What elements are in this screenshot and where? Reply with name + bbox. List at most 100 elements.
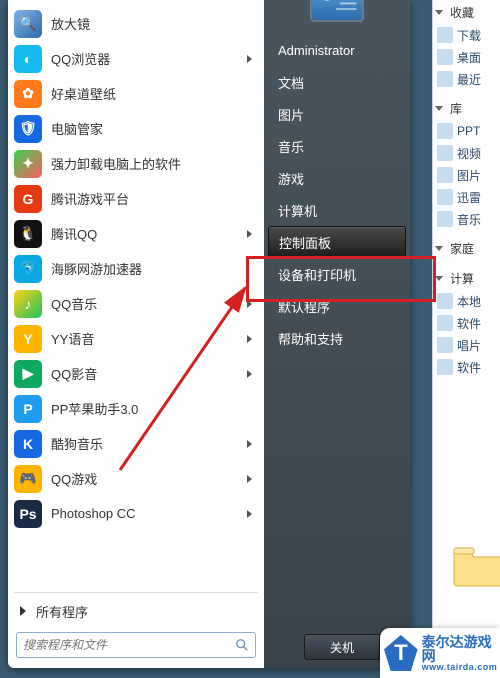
item-icon bbox=[437, 49, 453, 65]
item-icon bbox=[437, 145, 453, 161]
watermark-badge-letter: T bbox=[394, 640, 407, 666]
all-programs[interactable]: 所有程序 bbox=[10, 595, 262, 627]
program-item[interactable]: ▶QQ影音 bbox=[10, 356, 262, 391]
explorer-item-label: 桌面 bbox=[457, 49, 481, 66]
submenu-arrow-icon bbox=[247, 475, 252, 483]
program-item[interactable]: YYY语音 bbox=[10, 321, 262, 356]
program-icon: 🎮 bbox=[14, 465, 42, 493]
submenu-arrow-icon bbox=[247, 335, 252, 343]
start-menu-right: Administrator 文档图片音乐游戏计算机控制面板设备和打印机默认程序帮… bbox=[264, 0, 410, 668]
all-programs-label: 所有程序 bbox=[36, 602, 88, 621]
program-icon: ✦ bbox=[14, 150, 42, 178]
program-list: 🔍放大镜◐QQ浏览器 ✿ 好桌道壁纸 🛡电脑管家 ✦ 强力卸载电脑上的软件 G腾讯游戏平台🐧… bbox=[10, 6, 262, 590]
program-item[interactable]: PsPhotoshop CC bbox=[10, 496, 262, 531]
program-label: 强力卸载电脑上的软件 bbox=[51, 154, 256, 173]
program-label: 放大镜 bbox=[51, 14, 256, 33]
explorer-item-label: 迅雷 bbox=[457, 189, 481, 206]
item-icon bbox=[437, 293, 453, 309]
shutdown-button[interactable]: 关机 bbox=[304, 634, 380, 660]
chevron-down-icon bbox=[435, 10, 443, 15]
explorer-group[interactable]: 收藏 bbox=[433, 0, 500, 24]
shutdown-label: 关机 bbox=[330, 639, 354, 656]
program-item[interactable]: 🛡电脑管家 bbox=[10, 111, 262, 146]
submenu-arrow-icon bbox=[247, 510, 252, 518]
user-picture[interactable] bbox=[310, 0, 364, 22]
program-item[interactable]: 🎮 QQ游戏 bbox=[10, 461, 262, 496]
program-item[interactable]: ◐QQ浏览器 bbox=[10, 41, 262, 76]
right-item-label: 控制面板 bbox=[279, 233, 331, 252]
program-icon: ▶ bbox=[14, 360, 42, 388]
submenu-arrow-icon bbox=[247, 55, 252, 63]
explorer-item[interactable]: 软件 bbox=[433, 312, 500, 334]
program-icon: ♪ bbox=[14, 290, 42, 318]
program-label: QQ音乐 bbox=[51, 294, 247, 313]
right-item-label: 游戏 bbox=[278, 169, 304, 188]
explorer-item[interactable]: 迅雷 bbox=[433, 186, 500, 208]
explorer-group-label: 计算 bbox=[450, 270, 474, 287]
explorer-item-label: 下载 bbox=[457, 27, 481, 44]
program-label: 酷狗音乐 bbox=[51, 434, 247, 453]
item-icon bbox=[437, 359, 453, 375]
right-item[interactable]: 帮助和支持 bbox=[264, 322, 410, 354]
program-item[interactable]: 🐧腾讯QQ bbox=[10, 216, 262, 251]
explorer-item[interactable]: 唱片 bbox=[433, 334, 500, 356]
program-label: QQ游戏 bbox=[51, 469, 247, 488]
right-item-label: 文档 bbox=[278, 73, 304, 92]
program-item[interactable]: 🔍放大镜 bbox=[10, 6, 262, 41]
program-item[interactable]: ✦ 强力卸载电脑上的软件 bbox=[10, 146, 262, 181]
program-icon: P bbox=[14, 395, 42, 423]
right-item[interactable]: 文档 bbox=[264, 66, 410, 98]
program-item[interactable]: G腾讯游戏平台 bbox=[10, 181, 262, 216]
explorer-group[interactable]: 家庭 bbox=[433, 236, 500, 260]
search-input[interactable] bbox=[23, 638, 235, 652]
submenu-arrow-icon bbox=[247, 230, 252, 238]
program-item[interactable]: ♪ QQ音乐 bbox=[10, 286, 262, 321]
right-item-label: 图片 bbox=[278, 105, 304, 124]
right-item-label: 设备和打印机 bbox=[278, 265, 356, 284]
explorer-item[interactable]: 下载 bbox=[433, 24, 500, 46]
program-icon: ✿ bbox=[14, 80, 42, 108]
explorer-item[interactable]: 软件 bbox=[433, 356, 500, 378]
program-item[interactable]: ✿ 好桌道壁纸 bbox=[10, 76, 262, 111]
program-label: Photoshop CC bbox=[51, 506, 247, 521]
explorer-item-label: PPT bbox=[457, 124, 480, 138]
explorer-item[interactable]: 本地 bbox=[433, 290, 500, 312]
watermark: T 泰尔达游戏网 www.tairda.com bbox=[380, 628, 500, 678]
user-name[interactable]: Administrator bbox=[264, 34, 410, 66]
search-box[interactable] bbox=[16, 632, 256, 658]
explorer-item[interactable]: PPT bbox=[433, 120, 500, 142]
program-label: YY语音 bbox=[51, 329, 247, 348]
start-menu-left: 🔍放大镜◐QQ浏览器 ✿ 好桌道壁纸 🛡电脑管家 ✦ 强力卸载电脑上的软件 G腾讯游戏平台🐧… bbox=[8, 0, 264, 668]
right-item[interactable]: 图片 bbox=[264, 98, 410, 130]
right-item[interactable]: 音乐 bbox=[264, 130, 410, 162]
program-label: 好桌道壁纸 bbox=[51, 84, 256, 103]
explorer-group[interactable]: 库 bbox=[433, 96, 500, 120]
right-item[interactable]: 计算机 bbox=[264, 194, 410, 226]
item-icon bbox=[437, 27, 453, 43]
right-item[interactable]: 设备和打印机 bbox=[264, 258, 410, 290]
explorer-group[interactable]: 计算 bbox=[433, 266, 500, 290]
submenu-arrow-icon bbox=[247, 300, 252, 308]
explorer-item[interactable]: 音乐 bbox=[433, 208, 500, 230]
right-item[interactable]: 默认程序 bbox=[264, 290, 410, 322]
folder-large-icon[interactable] bbox=[450, 540, 500, 588]
explorer-item[interactable]: 最近 bbox=[433, 68, 500, 90]
user-picture-icon bbox=[312, 0, 362, 21]
program-icon: K bbox=[14, 430, 42, 458]
program-item[interactable]: P PP苹果助手3.0 bbox=[10, 391, 262, 426]
right-item[interactable]: 游戏 bbox=[264, 162, 410, 194]
right-item-label: 帮助和支持 bbox=[278, 329, 343, 348]
explorer-item[interactable]: 视频 bbox=[433, 142, 500, 164]
program-label: QQ浏览器 bbox=[51, 49, 247, 68]
explorer-item[interactable]: 图片 bbox=[433, 164, 500, 186]
program-icon: 🛡 bbox=[14, 115, 42, 143]
explorer-item[interactable]: 桌面 bbox=[433, 46, 500, 68]
program-label: 腾讯游戏平台 bbox=[51, 189, 256, 208]
divider bbox=[14, 592, 258, 593]
program-item[interactable]: 🐬海豚网游加速器 bbox=[10, 251, 262, 286]
program-item[interactable]: K 酷狗音乐 bbox=[10, 426, 262, 461]
item-icon bbox=[437, 71, 453, 87]
explorer-item-label: 视频 bbox=[457, 145, 481, 162]
program-label: PP苹果助手3.0 bbox=[51, 399, 256, 418]
right-item-control-panel[interactable]: 控制面板 bbox=[268, 226, 406, 258]
